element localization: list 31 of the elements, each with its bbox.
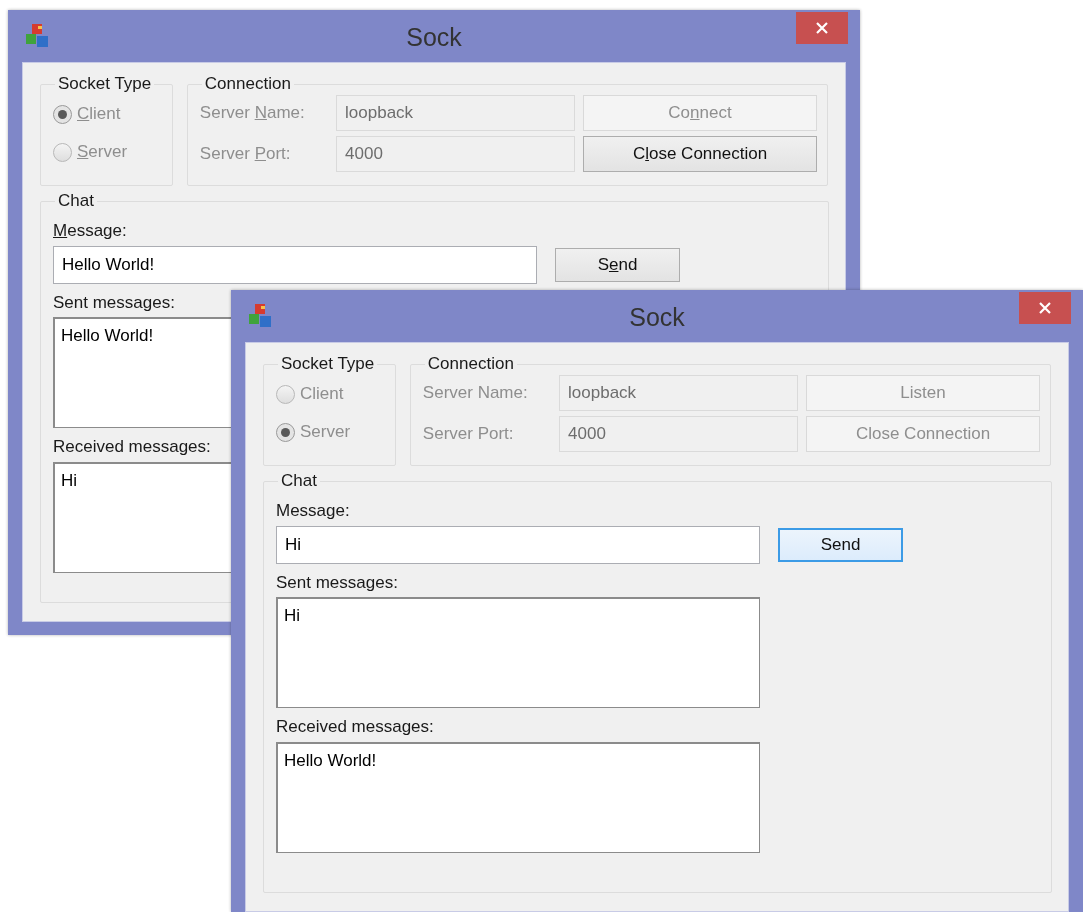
field-label: Server Port: [422, 423, 515, 446]
send-button[interactable]: Send [555, 247, 680, 282]
group-title: Socket Type [280, 353, 376, 375]
group-title: Connection [203, 73, 292, 95]
field-label: Message: [276, 500, 351, 522]
group-title: Socket Type [57, 73, 153, 95]
field-label: Sent messages: [53, 291, 176, 314]
window-title: Sock [628, 302, 686, 333]
window-button[interactable]: Close Connection [583, 136, 817, 172]
close-icon [815, 21, 829, 35]
message-field[interactable]: Hi [276, 525, 760, 564]
field-label: Server Name: [422, 382, 529, 405]
cubes-icon [247, 302, 273, 330]
send-button[interactable]: Send [778, 527, 903, 562]
message-field[interactable]: Hello World! [53, 245, 537, 284]
received-messages-box[interactable]: Hello World! [276, 741, 760, 853]
group-title: Connection [426, 353, 515, 375]
group-title: Chat [57, 190, 95, 212]
cubes-icon [24, 22, 50, 50]
field-label: Received messages: [276, 716, 435, 738]
close-button[interactable] [1019, 292, 1071, 324]
field-label: Received messages: [53, 436, 212, 458]
group-title: Chat [280, 470, 318, 492]
field-label: Sent messages: [276, 571, 399, 594]
window-title: Sock [405, 22, 463, 53]
close-icon [1038, 301, 1052, 315]
sent-messages-box[interactable]: Hi [276, 597, 760, 708]
field-label: Server Name: [199, 102, 306, 125]
field-label: Message: [53, 220, 128, 242]
close-button[interactable] [796, 12, 848, 44]
field-label: Server Port: [199, 143, 292, 166]
